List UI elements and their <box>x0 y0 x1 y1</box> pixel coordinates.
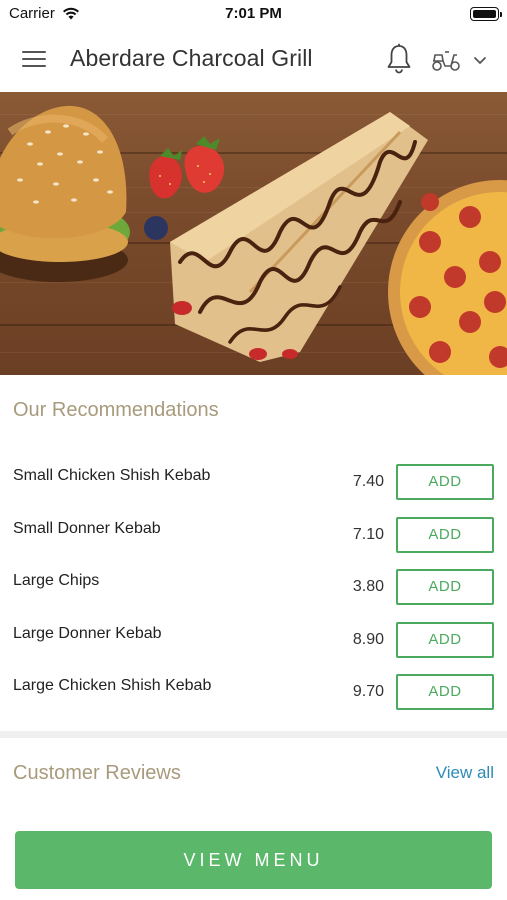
hero-food-image <box>0 92 507 375</box>
chevron-down-icon[interactable] <box>472 54 488 66</box>
item-price: 7.10 <box>352 526 384 543</box>
item-name: Large Donner Kebab <box>13 625 162 642</box>
item-name: Small Chicken Shish Kebab <box>13 467 211 484</box>
restaurant-title: Aberdare Charcoal Grill <box>70 45 313 71</box>
add-button[interactable]: ADD <box>396 569 494 605</box>
view-all-reviews-link[interactable]: View all <box>400 763 494 783</box>
add-button[interactable]: ADD <box>396 517 494 553</box>
item-name: Small Donner Kebab <box>13 520 161 537</box>
list-item: Large Chicken Shish Kebab 9.70 ADD <box>0 674 507 726</box>
recommendations-title: Our Recommendations <box>13 399 219 421</box>
burger-image <box>0 105 130 282</box>
item-name: Large Chips <box>13 572 100 589</box>
item-price: 9.70 <box>352 683 384 700</box>
add-button[interactable]: ADD <box>396 464 494 500</box>
status-bar: Carrier 7:01 PM <box>0 0 507 28</box>
reviews-title: Customer Reviews <box>13 762 181 784</box>
app-header: Aberdare Charcoal Grill <box>0 28 507 92</box>
item-name: Large Chicken Shish Kebab <box>13 677 212 694</box>
add-button[interactable]: ADD <box>396 674 494 710</box>
battery-icon <box>470 7 502 21</box>
add-button[interactable]: ADD <box>396 622 494 658</box>
item-price: 8.90 <box>352 631 384 648</box>
list-item: Small Donner Kebab 7.10 ADD <box>0 517 507 569</box>
section-divider <box>0 731 507 738</box>
blueberry-image <box>144 216 168 240</box>
list-item: Small Chicken Shish Kebab 7.40 ADD <box>0 464 507 516</box>
menu-icon[interactable] <box>22 48 48 70</box>
list-item: Large Chips 3.80 ADD <box>0 569 507 621</box>
clock: 7:01 PM <box>225 5 282 22</box>
list-item: Large Donner Kebab 8.90 ADD <box>0 622 507 674</box>
item-price: 7.40 <box>352 473 384 490</box>
strawberries-image <box>149 136 225 199</box>
pizza-image <box>388 180 507 375</box>
scooter-icon[interactable] <box>430 47 462 73</box>
bell-icon[interactable] <box>385 43 413 75</box>
item-price: 3.80 <box>352 578 384 595</box>
view-menu-button[interactable]: VIEW MENU <box>15 831 492 889</box>
